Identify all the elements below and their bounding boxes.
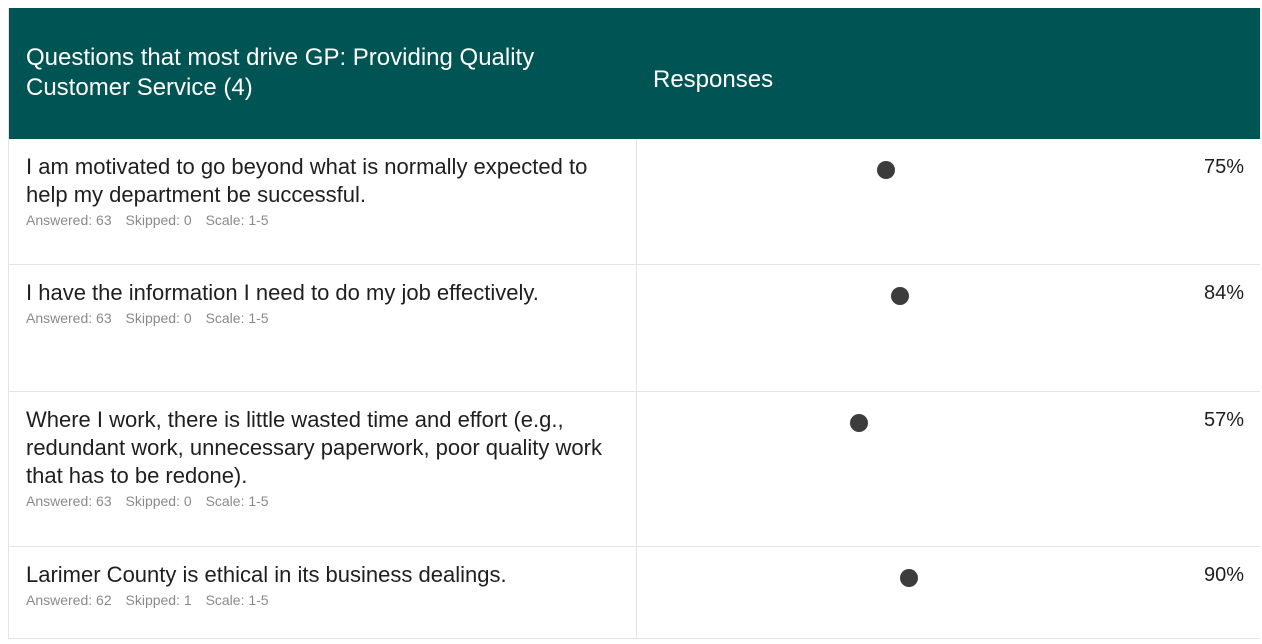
skipped-count: Skipped: 0 xyxy=(125,212,192,228)
question-meta: Answered: 63 Skipped: 0 Scale: 1-5 xyxy=(26,310,622,326)
response-dot xyxy=(849,414,868,432)
scale-info: Scale: 1-5 xyxy=(205,212,269,228)
response-percent: 57% xyxy=(1203,409,1244,431)
responses-column-header: Responses xyxy=(653,66,774,93)
table-row: I have the information I need to do my j… xyxy=(9,265,1260,392)
response-dot xyxy=(890,287,909,305)
questions-column-header: Questions that most drive GP: Providing … xyxy=(26,44,535,101)
question-cell: I have the information I need to do my j… xyxy=(9,265,637,391)
question-text: I have the information I need to do my j… xyxy=(26,280,539,305)
skipped-count: Skipped: 0 xyxy=(125,310,192,326)
response-dot xyxy=(877,161,895,179)
response-dot xyxy=(899,569,918,587)
survey-results-table: Questions that most drive GP: Providing … xyxy=(8,8,1260,639)
scale-info: Scale: 1-5 xyxy=(205,493,269,509)
scale-info: Scale: 1-5 xyxy=(205,592,269,608)
scale-info: Scale: 1-5 xyxy=(205,310,269,326)
answered-count: Answered: 63 xyxy=(26,493,112,509)
answered-count: Answered: 63 xyxy=(26,310,112,326)
question-meta: Answered: 63 Skipped: 0 Scale: 1-5 xyxy=(26,493,622,509)
question-cell: I am motivated to go beyond what is norm… xyxy=(9,139,637,264)
table-row: Where I work, there is little wasted tim… xyxy=(9,392,1260,547)
answered-count: Answered: 63 xyxy=(26,212,112,228)
response-percent: 90% xyxy=(1203,564,1244,586)
response-cell: 84% xyxy=(637,265,1260,391)
table-row: Larimer County is ethical in its busines… xyxy=(9,547,1260,639)
skipped-count: Skipped: 1 xyxy=(125,592,192,608)
response-cell: 90% xyxy=(637,547,1260,638)
table-row: I am motivated to go beyond what is norm… xyxy=(9,139,1260,265)
question-text: Where I work, there is little wasted tim… xyxy=(26,407,602,488)
question-text: Larimer County is ethical in its busines… xyxy=(26,562,507,587)
skipped-count: Skipped: 0 xyxy=(125,493,192,509)
response-percent: 84% xyxy=(1203,282,1244,304)
response-cell: 75% xyxy=(637,139,1260,264)
response-cell: 57% xyxy=(637,392,1260,546)
table-header: Questions that most drive GP: Providing … xyxy=(9,8,1260,139)
question-text: I am motivated to go beyond what is norm… xyxy=(26,154,588,207)
question-meta: Answered: 63 Skipped: 0 Scale: 1-5 xyxy=(26,212,622,228)
question-cell: Where I work, there is little wasted tim… xyxy=(9,392,637,546)
response-percent: 75% xyxy=(1203,156,1244,178)
answered-count: Answered: 62 xyxy=(26,592,112,608)
question-meta: Answered: 62 Skipped: 1 Scale: 1-5 xyxy=(26,592,622,608)
question-cell: Larimer County is ethical in its busines… xyxy=(9,547,637,638)
